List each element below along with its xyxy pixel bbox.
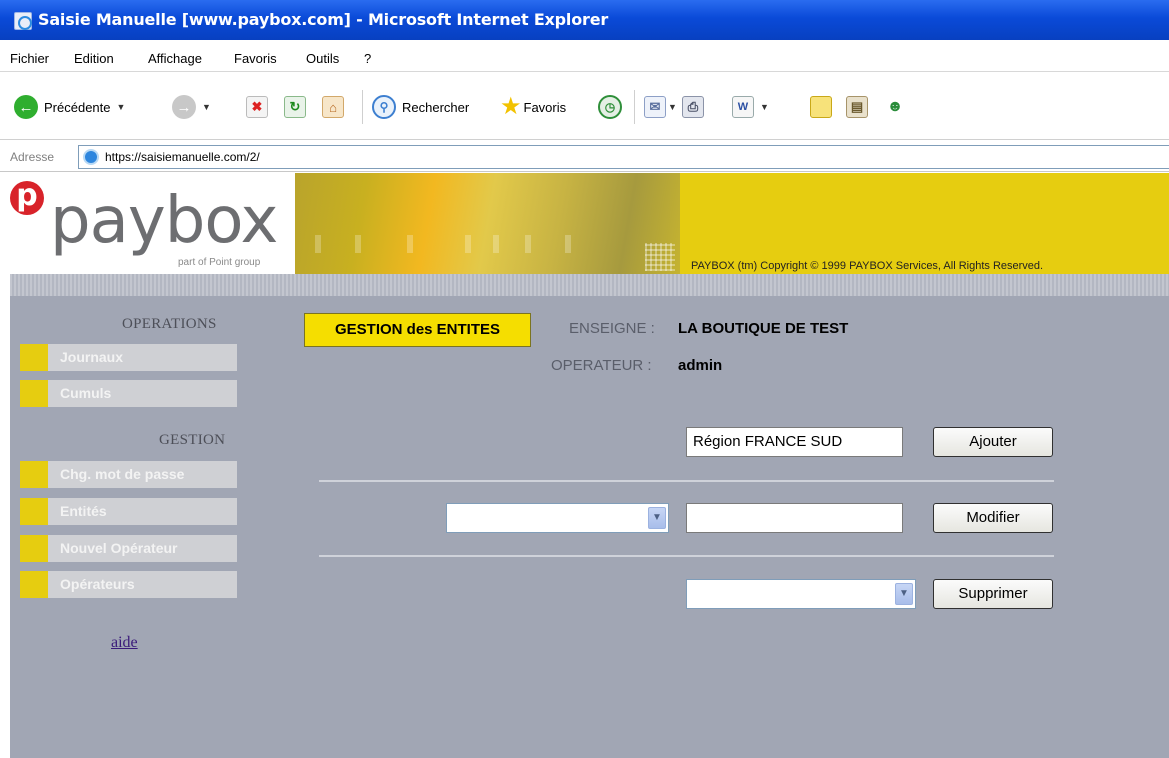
- ie-app-icon: [14, 12, 32, 30]
- address-url: https://saisiemanuelle.com/2/: [105, 150, 260, 164]
- modify-button[interactable]: Modifier: [933, 503, 1053, 533]
- paybox-logo: p paybox part of Point group: [10, 173, 295, 274]
- gestion-heading: GESTION: [159, 432, 226, 448]
- menu-help[interactable]: ?: [364, 51, 371, 66]
- browser-toolbar: ← Précédente ▼ → ▼ ✖ ↻ ⌂ ⚲ Rechercher ★ …: [0, 76, 1169, 140]
- address-label: Adresse: [10, 150, 55, 164]
- enseigne-label: ENSEIGNE :: [569, 320, 655, 337]
- forward-button[interactable]: → ▼: [172, 94, 211, 120]
- menu-marker: [20, 344, 48, 371]
- search-button[interactable]: ⚲ Rechercher: [372, 94, 469, 120]
- add-button[interactable]: Ajouter: [933, 427, 1053, 457]
- section-tab: GESTION des ENTITES: [304, 313, 531, 347]
- window-title: Saisie Manuelle [www.paybox.com] - Micro…: [38, 10, 609, 29]
- operateur-label: OPERATEUR :: [551, 357, 652, 374]
- discuss-button[interactable]: [810, 94, 832, 120]
- divider: [319, 555, 1054, 557]
- modify-entity-input[interactable]: [686, 503, 903, 533]
- sidebar-item-cumuls[interactable]: Cumuls: [20, 380, 237, 407]
- sidebar-item-operateurs[interactable]: Opérateurs: [20, 571, 237, 598]
- chevron-down-icon[interactable]: ▼: [895, 583, 913, 605]
- note-icon: [810, 96, 832, 118]
- edit-button[interactable]: W ▼: [732, 94, 769, 120]
- sidebar-item-label: Journaux: [60, 349, 124, 365]
- messenger-button[interactable]: ☻: [884, 94, 906, 120]
- new-entity-input[interactable]: Région FRANCE SUD: [686, 427, 903, 457]
- sidebar-item-label: Chg. mot de passe: [60, 466, 185, 482]
- search-icon: ⚲: [372, 95, 396, 119]
- mail-button[interactable]: ✉ ▼: [644, 94, 677, 120]
- menu-outils[interactable]: Outils: [306, 51, 339, 66]
- favorites-label: Favoris: [523, 99, 567, 115]
- sidebar-item-change-password[interactable]: Chg. mot de passe: [20, 461, 237, 488]
- history-button[interactable]: ◷: [598, 94, 622, 120]
- menu-bar: Fichier Edition Affichage Favoris Outils…: [0, 44, 1169, 72]
- enseigne-value: LA BOUTIQUE DE TEST: [678, 320, 849, 337]
- menu-marker: [20, 380, 48, 407]
- messenger-icon: ☻: [884, 96, 906, 118]
- sidebar-item-label: Entités: [60, 503, 107, 519]
- forward-dropdown-icon[interactable]: ▼: [202, 102, 211, 112]
- mail-dropdown-icon[interactable]: ▼: [668, 102, 677, 112]
- page-content: p paybox part of Point group PAYBOX (tm)…: [10, 173, 1169, 758]
- sidebar-item-nouvel-operateur[interactable]: Nouvel Opérateur: [20, 535, 237, 562]
- back-arrow-icon: ←: [14, 95, 38, 119]
- operations-heading: OPERATIONS: [122, 316, 217, 332]
- mail-icon: ✉: [644, 96, 666, 118]
- stop-icon: ✖: [246, 96, 268, 118]
- menu-marker: [20, 535, 48, 562]
- logo-subtitle: part of Point group: [178, 257, 261, 268]
- sidebar-item-label: Nouvel Opérateur: [60, 540, 178, 556]
- favorites-button[interactable]: ★ Favoris: [500, 94, 566, 120]
- home-icon: ⌂: [322, 96, 344, 118]
- menu-fichier[interactable]: Fichier: [10, 51, 49, 66]
- divider: [319, 480, 1054, 482]
- menu-affichage[interactable]: Affichage: [148, 51, 202, 66]
- menu-marker: [20, 571, 48, 598]
- sidebar-item-label: Cumuls: [60, 385, 112, 401]
- header-ribbon: [10, 274, 1169, 296]
- menu-marker: [20, 498, 48, 525]
- paybox-p-icon: p: [10, 181, 44, 215]
- address-bar: Adresse https://saisiemanuelle.com/2/: [0, 142, 1169, 172]
- print-icon: ⎙: [682, 96, 704, 118]
- sidebar-item-entites[interactable]: Entités: [20, 498, 237, 525]
- toolbar-separator: [634, 90, 635, 124]
- menu-marker: [20, 461, 48, 488]
- books-icon: ▤: [846, 96, 868, 118]
- stop-button[interactable]: ✖: [246, 94, 268, 120]
- delete-button[interactable]: Supprimer: [933, 579, 1053, 609]
- star-icon: ★: [500, 93, 522, 120]
- toolbar-separator: [362, 90, 363, 124]
- search-label: Rechercher: [402, 99, 470, 115]
- research-button[interactable]: ▤: [846, 94, 868, 120]
- modify-entity-select[interactable]: ▼: [446, 503, 669, 533]
- sidebar-item-journaux[interactable]: Journaux: [20, 344, 237, 371]
- operateur-value: admin: [678, 357, 723, 374]
- edit-dropdown-icon[interactable]: ▼: [760, 102, 769, 112]
- home-button[interactable]: ⌂: [322, 94, 344, 120]
- ie-page-icon: [83, 149, 99, 165]
- back-dropdown-icon[interactable]: ▼: [117, 102, 126, 112]
- refresh-icon: ↻: [284, 96, 306, 118]
- logo-text: paybox: [50, 184, 278, 258]
- chevron-down-icon[interactable]: ▼: [648, 507, 666, 529]
- word-icon: W: [732, 96, 754, 118]
- header-banner: p paybox part of Point group PAYBOX (tm)…: [10, 173, 1169, 274]
- menu-favoris[interactable]: Favoris: [234, 51, 277, 66]
- refresh-button[interactable]: ↻: [284, 94, 306, 120]
- banner-image: [295, 173, 680, 274]
- sidebar-item-label: Opérateurs: [60, 576, 135, 592]
- copyright-text: PAYBOX (tm) Copyright © 1999 PAYBOX Serv…: [691, 260, 1044, 272]
- history-icon: ◷: [598, 95, 622, 119]
- print-button[interactable]: ⎙: [682, 94, 704, 120]
- delete-entity-select[interactable]: ▼: [686, 579, 916, 609]
- menu-edition[interactable]: Edition: [74, 51, 114, 66]
- forward-arrow-icon: →: [172, 95, 196, 119]
- help-link[interactable]: aide: [111, 634, 138, 652]
- window-titlebar: Saisie Manuelle [www.paybox.com] - Micro…: [0, 0, 1169, 40]
- back-button[interactable]: ← Précédente ▼: [14, 94, 125, 120]
- back-label: Précédente: [44, 99, 111, 115]
- address-input[interactable]: https://saisiemanuelle.com/2/: [78, 145, 1169, 169]
